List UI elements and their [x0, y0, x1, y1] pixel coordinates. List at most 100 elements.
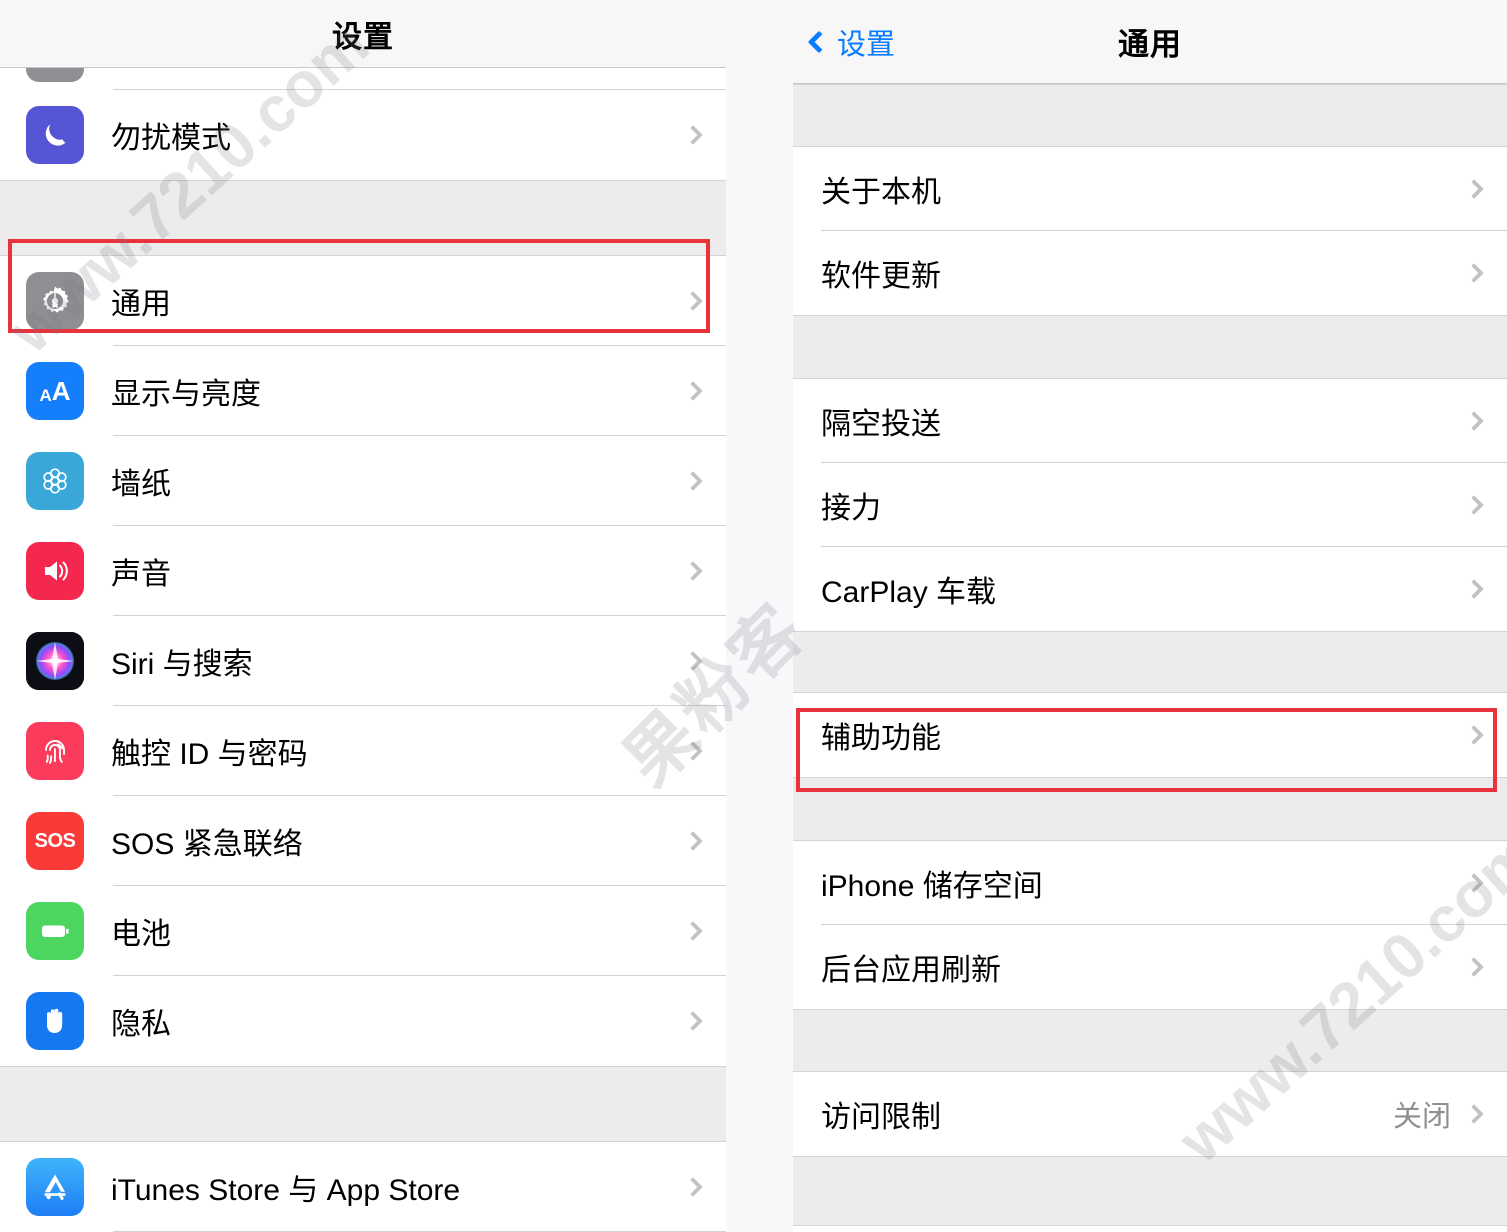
wallpaper-icon	[26, 452, 84, 510]
settings-row-label: iTunes Store 与 App Store	[111, 1174, 461, 1207]
general-row-label: 访问限制	[821, 1101, 941, 1134]
settings-row-label: 勿扰模式	[111, 122, 231, 155]
left-group-gap-2	[0, 1066, 726, 1142]
clipped-row-above	[0, 68, 726, 90]
chevron-right-icon	[683, 741, 703, 761]
display-brightness-icon: AA	[26, 362, 84, 420]
general-row-software-update[interactable]: 软件更新	[793, 231, 1507, 315]
sos-icon: SOS	[26, 812, 84, 870]
general-row-label: 后台应用刷新	[821, 954, 1001, 987]
general-settings-panel: 设置 通用 关于本机 软件更新 隔空投送 接力 CarPlay 车载 辅助功能 …	[793, 0, 1507, 1232]
general-row-label: 辅助功能	[821, 722, 941, 755]
right-group-gap-2	[793, 631, 1507, 693]
chevron-right-icon	[1464, 873, 1484, 893]
right-group-2: 隔空投送 接力 CarPlay 车载	[793, 379, 1507, 631]
settings-row-label: 声音	[111, 558, 171, 591]
chevron-right-icon	[683, 651, 703, 671]
general-row-restrictions[interactable]: 访问限制 关闭	[793, 1072, 1507, 1156]
settings-row-label: 墙纸	[111, 468, 171, 501]
chevron-right-icon	[1464, 263, 1484, 283]
right-group-gap-0	[793, 84, 1507, 147]
settings-row-label: SOS 紧急联络	[111, 828, 303, 861]
chevron-right-icon	[683, 831, 703, 851]
clipped-icon	[26, 68, 84, 82]
settings-row-display-brightness[interactable]: AA 显示与亮度	[0, 346, 726, 436]
left-page-title: 设置	[332, 20, 394, 54]
general-row-label: 隔空投送	[821, 408, 941, 441]
chevron-right-icon	[1464, 179, 1484, 199]
chevron-right-icon	[683, 125, 703, 145]
settings-row-general[interactable]: 通用	[0, 256, 726, 346]
general-row-background-app-refresh[interactable]: 后台应用刷新	[793, 925, 1507, 1009]
chevron-right-icon	[1464, 495, 1484, 515]
general-row-about[interactable]: 关于本机	[793, 147, 1507, 231]
settings-row-wallpaper[interactable]: 墙纸	[0, 436, 726, 526]
chevron-right-icon	[1464, 579, 1484, 599]
general-row-label: 软件更新	[821, 260, 941, 293]
settings-list-panel: 设置 勿扰模式 通用 AA 显示与亮度 墙纸 声音 Siri 与搜索 触控 ID…	[0, 0, 726, 1232]
app-store-icon	[26, 1158, 84, 1216]
gear-icon	[26, 272, 84, 330]
right-group-5: 访问限制 关闭	[793, 1072, 1507, 1156]
right-group-gap-5	[793, 1156, 1507, 1226]
chevron-right-icon	[1464, 411, 1484, 431]
right-group-3: 辅助功能	[793, 693, 1507, 777]
right-page-title: 通用	[1118, 27, 1182, 62]
chevron-right-icon	[1464, 957, 1484, 977]
general-row-accessibility[interactable]: 辅助功能	[793, 693, 1507, 777]
settings-row-touch-id-passcode[interactable]: 触控 ID 与密码	[0, 706, 726, 796]
chevron-right-icon	[1464, 1104, 1484, 1124]
settings-row-privacy[interactable]: 隐私	[0, 976, 726, 1066]
left-group-gap-1	[0, 180, 726, 256]
left-navbar: 设置	[0, 0, 726, 68]
chevron-right-icon	[683, 471, 703, 491]
settings-row-label: 电池	[111, 918, 171, 951]
chevron-right-icon	[683, 921, 703, 941]
settings-row-label: Siri 与搜索	[111, 648, 253, 681]
settings-row-label: 触控 ID 与密码	[111, 738, 308, 771]
right-group-1: 关于本机 软件更新	[793, 147, 1507, 315]
chevron-left-icon	[807, 30, 831, 53]
chevron-right-icon	[683, 1177, 703, 1197]
settings-row-do-not-disturb[interactable]: 勿扰模式	[0, 90, 726, 180]
moon-icon	[26, 106, 84, 164]
right-group-gap-4	[793, 1009, 1507, 1072]
left-group-2: 通用 AA 显示与亮度 墙纸 声音 Siri 与搜索 触控 ID 与密码 SOS…	[0, 256, 726, 1066]
chevron-right-icon	[1464, 725, 1484, 745]
right-navbar: 设置 通用	[793, 0, 1507, 84]
settings-row-itunes-app-store[interactable]: iTunes Store 与 App Store	[0, 1142, 726, 1232]
settings-row-label: 通用	[111, 288, 171, 321]
fingerprint-icon	[26, 722, 84, 780]
general-row-carplay[interactable]: CarPlay 车载	[793, 547, 1507, 631]
settings-row-siri-search[interactable]: Siri 与搜索	[0, 616, 726, 706]
settings-row-battery[interactable]: 电池	[0, 886, 726, 976]
general-row-label: CarPlay 车载	[821, 576, 997, 609]
sos-glyph: SOS	[34, 830, 76, 852]
general-row-airdrop[interactable]: 隔空投送	[793, 379, 1507, 463]
settings-row-emergency-sos[interactable]: SOS SOS 紧急联络	[0, 796, 726, 886]
battery-icon	[26, 902, 84, 960]
back-button-label: 设置	[837, 28, 896, 61]
right-group-4: iPhone 储存空间 后台应用刷新	[793, 841, 1507, 1009]
chevron-right-icon	[683, 291, 703, 311]
right-group-gap-1	[793, 315, 1507, 379]
siri-icon	[26, 632, 84, 690]
general-row-label: 接力	[821, 492, 881, 525]
chevron-right-icon	[683, 561, 703, 581]
settings-row-label: 显示与亮度	[111, 378, 261, 411]
left-group-3: iTunes Store 与 App Store 钱包与 Apple Pay	[0, 1142, 726, 1232]
chevron-right-icon	[683, 1011, 703, 1031]
right-group-gap-3	[793, 777, 1507, 841]
back-button[interactable]: 设置	[807, 21, 896, 63]
speaker-icon	[26, 542, 84, 600]
general-row-handoff[interactable]: 接力	[793, 463, 1507, 547]
settings-row-sounds[interactable]: 声音	[0, 526, 726, 616]
hand-privacy-icon	[26, 992, 84, 1050]
general-row-label: 关于本机	[821, 176, 941, 209]
dual-screenshot-container: 设置 勿扰模式 通用 AA 显示与亮度 墙纸 声音 Siri 与搜索 触控 ID…	[0, 0, 1507, 1232]
left-group-1: 勿扰模式	[0, 90, 726, 180]
chevron-right-icon	[683, 381, 703, 401]
aa-glyph: AA	[39, 376, 71, 406]
settings-row-label: 隐私	[111, 1008, 171, 1041]
general-row-iphone-storage[interactable]: iPhone 储存空间	[793, 841, 1507, 925]
